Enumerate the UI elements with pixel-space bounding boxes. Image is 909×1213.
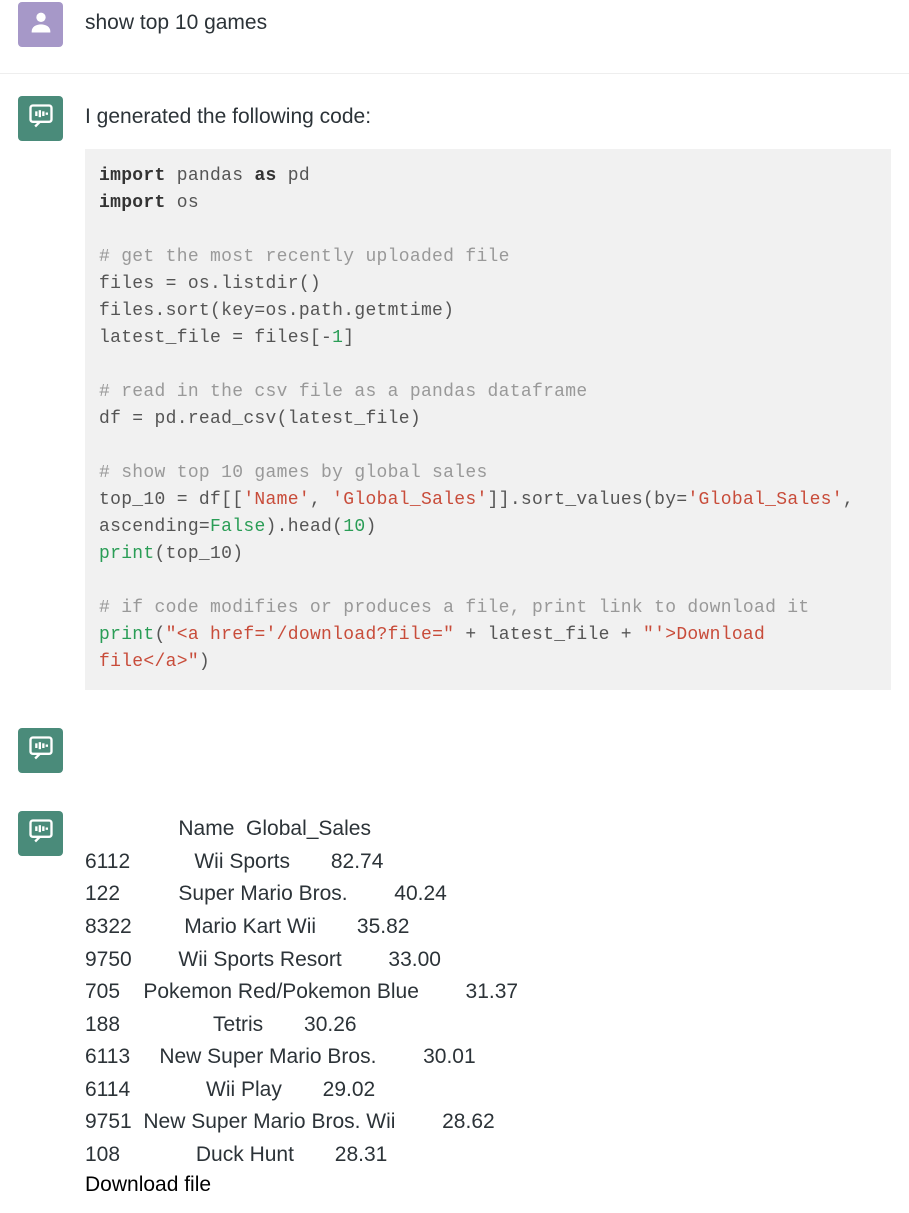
code-token: ( bbox=[155, 625, 166, 645]
user-message-content: show top 10 games bbox=[85, 2, 891, 37]
assistant-code-row: I generated the following code: import p… bbox=[0, 74, 909, 706]
code-comment: # show top 10 games by global sales bbox=[99, 463, 488, 483]
table-row: 8322 Mario Kart Wii 35.82 bbox=[85, 911, 891, 944]
table-row: 9751 New Super Mario Bros. Wii 28.62 bbox=[85, 1106, 891, 1139]
code-comment: # read in the csv file as a pandas dataf… bbox=[99, 382, 587, 402]
assistant-output-content: Name Global_Sales 6112 Wii Sports 82.74 … bbox=[85, 811, 891, 1197]
code-block[interactable]: import pandas as pd import os # get the … bbox=[85, 149, 891, 690]
code-comment: # get the most recently uploaded file bbox=[99, 247, 510, 267]
chat-waveform-icon bbox=[27, 817, 55, 851]
code-token: as bbox=[254, 166, 276, 186]
code-token: 'Global_Sales' bbox=[687, 490, 842, 510]
chat-waveform-icon bbox=[27, 734, 55, 768]
code-token: 'Global_Sales' bbox=[332, 490, 487, 510]
code-token: "<a href='/download?file=" bbox=[166, 625, 455, 645]
code-token: 1 bbox=[332, 328, 343, 348]
user-message-row: show top 10 games bbox=[0, 0, 909, 74]
assistant-intro-text: I generated the following code: bbox=[85, 102, 891, 131]
assistant-placeholder-row bbox=[0, 706, 909, 789]
table-row: 108 Duck Hunt 28.31 bbox=[85, 1139, 891, 1172]
code-token: , bbox=[310, 490, 332, 510]
person-icon bbox=[27, 8, 55, 42]
table-row: 6112 Wii Sports 82.74 bbox=[85, 846, 891, 879]
assistant-placeholder-content bbox=[85, 728, 891, 734]
code-token: pd bbox=[277, 166, 310, 186]
code-token: pandas bbox=[166, 166, 255, 186]
code-token: ] bbox=[343, 328, 354, 348]
user-message-text: show top 10 games bbox=[85, 8, 891, 37]
code-token: ) bbox=[199, 652, 210, 672]
code-token: 10 bbox=[343, 517, 365, 537]
table-row: 188 Tetris 30.26 bbox=[85, 1009, 891, 1042]
code-token: import bbox=[99, 166, 166, 186]
chat-waveform-icon bbox=[27, 102, 55, 136]
download-file-link[interactable]: Download file bbox=[85, 1173, 891, 1197]
user-avatar bbox=[18, 2, 63, 47]
code-token: (top_10) bbox=[155, 544, 244, 564]
code-token: import bbox=[99, 193, 166, 213]
code-token: top_10 = df[[ bbox=[99, 490, 243, 510]
code-token: latest_file = files[- bbox=[99, 328, 332, 348]
assistant-avatar bbox=[18, 811, 63, 856]
table-row: 705 Pokemon Red/Pokemon Blue 31.37 bbox=[85, 976, 891, 1009]
code-comment: # if code modifies or produces a file, p… bbox=[99, 598, 810, 618]
code-token: 'Name' bbox=[243, 490, 310, 510]
code-token: print bbox=[99, 625, 155, 645]
code-token: + latest_file + bbox=[454, 625, 643, 645]
assistant-output-row: Name Global_Sales 6112 Wii Sports 82.74 … bbox=[0, 789, 909, 1213]
table-row: 6114 Wii Play 29.02 bbox=[85, 1074, 891, 1107]
code-token: os bbox=[166, 193, 199, 213]
table-row: 9750 Wii Sports Resort 33.00 bbox=[85, 944, 891, 977]
code-token: ).head( bbox=[266, 517, 344, 537]
code-token: ]].sort_values(by= bbox=[488, 490, 688, 510]
assistant-avatar bbox=[18, 728, 63, 773]
code-token: files = os.listdir() bbox=[99, 274, 321, 294]
table-row: 122 Super Mario Bros. 40.24 bbox=[85, 878, 891, 911]
code-token: ) bbox=[365, 517, 376, 537]
assistant-message-content: I generated the following code: import p… bbox=[85, 96, 891, 690]
table-row: 6113 New Super Mario Bros. 30.01 bbox=[85, 1041, 891, 1074]
assistant-avatar bbox=[18, 96, 63, 141]
code-token: False bbox=[210, 517, 266, 537]
output-header: Name Global_Sales bbox=[85, 813, 891, 846]
code-token: df = pd.read_csv(latest_file) bbox=[99, 409, 421, 429]
code-token: files.sort(key=os.path.getmtime) bbox=[99, 301, 454, 321]
code-token: print bbox=[99, 544, 155, 564]
